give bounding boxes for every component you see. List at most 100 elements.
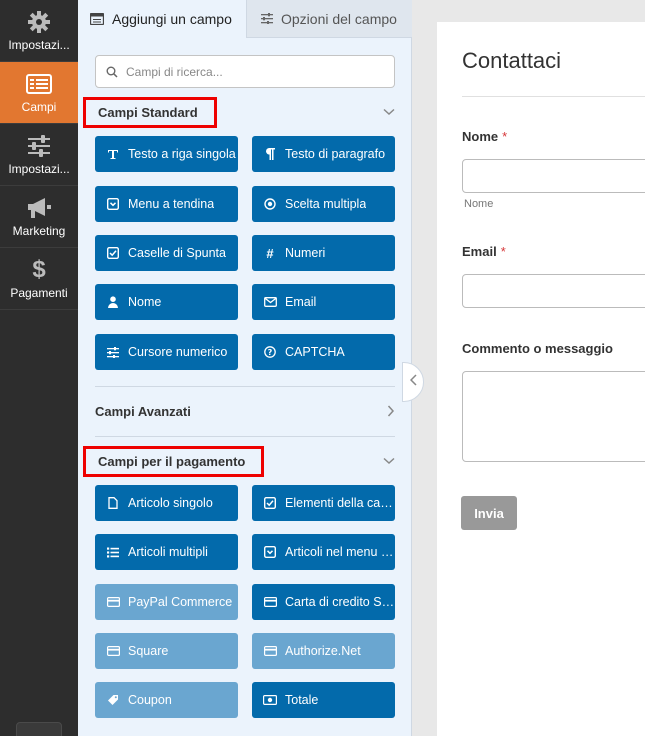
- search-input[interactable]: Campi di ricerca...: [95, 55, 395, 88]
- credit-card-icon: [106, 597, 120, 607]
- field-button-label: Nome: [128, 295, 162, 309]
- section-title: Campi Avanzati: [95, 403, 191, 419]
- field-button-label: Caselle di Spunta: [128, 246, 226, 260]
- dropdown-icon: [106, 198, 120, 210]
- field-button-square[interactable]: Square: [95, 633, 238, 669]
- credit-card-icon: [106, 646, 120, 656]
- field-button-paypal-commerce[interactable]: PayPal Commerce: [95, 584, 238, 620]
- field-button-checkbox-items[interactable]: Elementi della case...: [252, 485, 395, 521]
- sidebar-item-label: Impostazi...: [8, 162, 70, 176]
- field-button-label: Cursore numerico: [128, 345, 228, 359]
- field-button-label: Articolo singolo: [128, 496, 213, 510]
- field-button-label: Testo a riga singola: [128, 147, 236, 161]
- sidebar-item-label: Impostazi...: [8, 38, 70, 52]
- dropdown-icon: [263, 546, 277, 558]
- radio-icon: [263, 198, 277, 210]
- section-advanced-header[interactable]: Campi Avanzati: [95, 396, 395, 426]
- question-circle-icon: ?: [263, 346, 277, 358]
- field-button-label: Carta di credito Str...: [285, 595, 395, 609]
- name-field[interactable]: [462, 159, 645, 193]
- tab-label: Aggiungi un campo: [112, 11, 232, 27]
- search-placeholder: Campi di ricerca...: [126, 64, 223, 79]
- field-button-paragraph-text[interactable]: Testo di paragrafo: [252, 136, 395, 172]
- paragraph-icon: [263, 148, 277, 160]
- email-label: Email *: [462, 244, 506, 259]
- panel-collapse-handle[interactable]: [402, 362, 424, 402]
- sidebar-item-payments[interactable]: $ Pagamenti: [0, 248, 78, 310]
- sidebar-item-form-settings[interactable]: Impostazi...: [0, 124, 78, 186]
- submit-button[interactable]: Invia: [461, 496, 517, 530]
- message-textarea[interactable]: [462, 371, 645, 462]
- field-button-label: Scelta multipla: [285, 197, 367, 211]
- sidebar-item-fields[interactable]: Campi: [0, 62, 78, 124]
- required-marker: *: [500, 244, 506, 259]
- slider-icon: [106, 346, 120, 358]
- tab-field-options[interactable]: Opzioni del campo: [246, 0, 412, 38]
- fields-list-icon: [26, 71, 52, 97]
- name-sublabel: Nome: [464, 198, 494, 210]
- chevron-down-icon: [383, 457, 395, 465]
- field-button-label: Email: [285, 295, 317, 309]
- sidebar-item-marketing[interactable]: Marketing: [0, 186, 78, 248]
- email-field[interactable]: [462, 274, 645, 308]
- field-button-label: Totale: [285, 693, 319, 707]
- search-icon: [106, 66, 118, 78]
- gear-icon: [27, 9, 51, 35]
- field-button-label: Menu a tendina: [128, 197, 215, 211]
- section-standard-header[interactable]: Campi Standard: [83, 96, 395, 128]
- field-button-label: Numeri: [285, 246, 326, 260]
- field-button-single-item[interactable]: Articolo singolo: [95, 485, 238, 521]
- builder-sidebar: Impostazi... Campi Impostazi... Marketin…: [0, 0, 78, 736]
- chevron-right-icon: [387, 405, 395, 417]
- field-button-label: PayPal Commerce: [128, 595, 233, 609]
- credit-card-icon: [263, 597, 277, 607]
- field-button-dropdown-items[interactable]: Articoli nel menu a ...: [252, 534, 395, 570]
- section-divider: [95, 386, 395, 387]
- section-divider: [95, 436, 395, 437]
- field-button-name[interactable]: Nome: [95, 284, 238, 320]
- chevron-down-icon: [383, 108, 395, 116]
- tab-label: Opzioni del campo: [281, 10, 397, 27]
- section-payment-header[interactable]: Campi per il pagamento: [83, 445, 395, 477]
- checkbox-icon: [263, 497, 277, 509]
- field-button-total[interactable]: Totale: [252, 682, 395, 718]
- sidebar-item-label: Campi: [21, 100, 57, 114]
- tag-icon: [106, 694, 120, 706]
- field-button-captcha[interactable]: ? CAPTCHA: [252, 334, 395, 370]
- field-button-label: CAPTCHA: [285, 345, 345, 359]
- sliders-small-icon: [261, 13, 273, 24]
- envelope-icon: [263, 297, 277, 307]
- sidebar-item-settings[interactable]: Impostazi...: [0, 0, 78, 62]
- field-button-checkboxes[interactable]: Caselle di Spunta: [95, 235, 238, 271]
- panel-tabs: Aggiungi un campo Opzioni del campo: [78, 0, 412, 38]
- sidebar-item-label: Pagamenti: [10, 286, 68, 300]
- chevron-left-icon: [409, 373, 417, 391]
- sidebar-item-label: Marketing: [12, 224, 66, 238]
- fields-panel: Aggiungi un campo Opzioni del campo Camp…: [78, 0, 412, 736]
- name-label-text: Nome: [462, 129, 499, 144]
- field-button-authorize-net[interactable]: Authorize.Net: [252, 633, 395, 669]
- svg-text:?: ?: [268, 348, 273, 357]
- tab-add-field[interactable]: Aggiungi un campo: [78, 0, 246, 38]
- field-button-label: Square: [128, 644, 169, 658]
- sliders-icon: [27, 133, 51, 159]
- field-button-number-slider[interactable]: Cursore numerico: [95, 334, 238, 370]
- field-button-label: Articoli multipli: [128, 545, 208, 559]
- field-button-multiple-choice[interactable]: Scelta multipla: [252, 186, 395, 222]
- field-button-coupon[interactable]: Coupon: [95, 682, 238, 718]
- field-button-multiple-items[interactable]: Articoli multipli: [95, 534, 238, 570]
- name-label: Nome *: [462, 129, 507, 144]
- section-title: Campi Standard: [83, 96, 217, 128]
- field-button-stripe-credit-card[interactable]: Carta di credito Str...: [252, 584, 395, 620]
- sidebar-bottom-button[interactable]: [16, 722, 62, 736]
- hash-icon: #: [266, 245, 274, 261]
- credit-card-icon: [263, 646, 277, 656]
- field-button-email[interactable]: Email: [252, 284, 395, 320]
- field-button-single-line-text[interactable]: Testo a riga singola: [95, 136, 238, 172]
- field-button-label: Authorize.Net: [285, 644, 361, 658]
- field-button-dropdown[interactable]: Menu a tendina: [95, 186, 238, 222]
- field-button-label: Elementi della case...: [285, 496, 395, 510]
- field-button-numbers[interactable]: # Numeri: [252, 235, 395, 271]
- title-divider: [462, 96, 645, 97]
- user-icon: [106, 296, 120, 308]
